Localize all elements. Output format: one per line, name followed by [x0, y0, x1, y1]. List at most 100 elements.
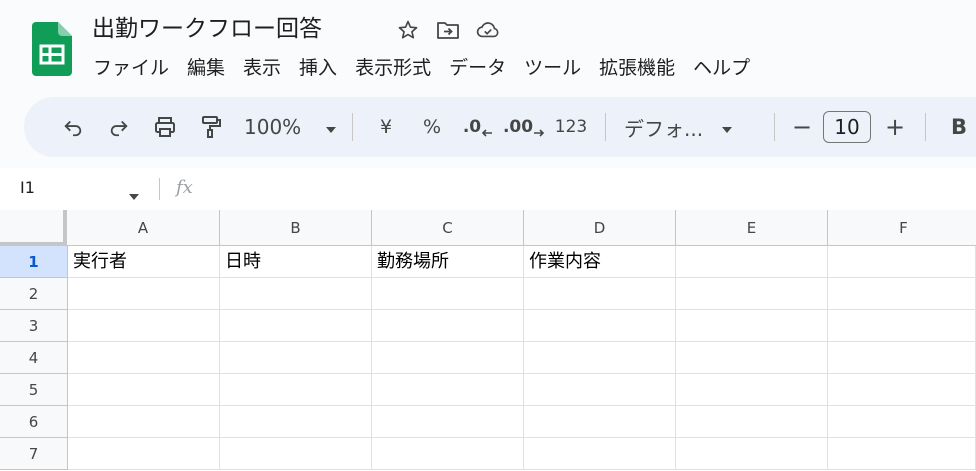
zoom-select[interactable]: 100% [234, 109, 342, 145]
menu-edit[interactable]: 編集 [178, 52, 234, 84]
grid-cell[interactable] [68, 278, 220, 310]
paint-format-icon[interactable] [188, 109, 234, 145]
grid-cell[interactable] [524, 342, 676, 374]
menu-tools[interactable]: ツール [515, 52, 590, 84]
grid-cell[interactable] [828, 278, 976, 310]
grid-cell[interactable] [220, 342, 372, 374]
menu-file[interactable]: ファイル [84, 52, 178, 84]
select-all-corner[interactable] [0, 210, 67, 245]
formula-input[interactable] [215, 176, 955, 202]
row-header-7[interactable]: 7 [0, 438, 68, 470]
grid-cell[interactable] [220, 374, 372, 406]
grid-cell[interactable] [828, 374, 976, 406]
increase-decimal-label: .00 [502, 117, 534, 137]
grid-cell[interactable] [220, 310, 372, 342]
toolbar-divider [605, 113, 606, 141]
move-to-folder-icon[interactable] [436, 18, 460, 42]
cell-a1[interactable]: 実行者 [68, 246, 220, 278]
grid-cell[interactable] [828, 342, 976, 374]
column-header-c[interactable]: C [372, 210, 524, 246]
bold-button[interactable]: B [936, 109, 976, 145]
row-header-3[interactable]: 3 [0, 310, 68, 342]
font-family-select[interactable]: デフォ... [616, 109, 764, 145]
grid-cell[interactable] [68, 374, 220, 406]
spreadsheet-grid: A B C D E F 1 2 3 4 5 6 7 実行者 日時 勤務場所 作業… [0, 210, 976, 471]
menu-format[interactable]: 表示形式 [346, 52, 440, 84]
increase-font-size-button[interactable]: + [875, 109, 915, 145]
grid-cell[interactable] [676, 406, 828, 438]
undo-icon[interactable] [50, 109, 96, 145]
increase-decimal-button[interactable]: .00 [501, 109, 547, 145]
grid-cell[interactable] [68, 342, 220, 374]
grid-cell[interactable] [524, 278, 676, 310]
cell-e1[interactable] [676, 246, 828, 278]
decrease-decimal-button[interactable]: .0 [455, 109, 501, 145]
toolbar: 100% ¥ % .0 .00 123 デフォ... − 10 + B I [24, 97, 976, 157]
toolbar-divider [925, 113, 926, 141]
name-box[interactable]: I1 [20, 178, 35, 197]
grid-cell[interactable] [828, 438, 976, 470]
document-title[interactable]: 出勤ワークフロー回答 [92, 12, 322, 46]
cell-b1[interactable]: 日時 [220, 246, 372, 278]
font-family-value: デフォ... [624, 116, 704, 141]
menu-view[interactable]: 表示 [234, 52, 290, 84]
row-header-1[interactable]: 1 [0, 246, 68, 278]
cloud-saved-icon[interactable] [476, 18, 500, 42]
formula-bar-divider [159, 178, 160, 200]
grid-cell[interactable] [68, 438, 220, 470]
toolbar-divider [774, 113, 775, 141]
more-formats-button[interactable]: 123 [547, 109, 595, 145]
decrease-font-size-button[interactable]: − [785, 109, 819, 145]
fx-icon: fx [176, 177, 193, 198]
grid-cell[interactable] [828, 310, 976, 342]
menu-data[interactable]: データ [440, 52, 515, 84]
grid-cell[interactable] [676, 310, 828, 342]
grid-cell[interactable] [372, 406, 524, 438]
cell-f1[interactable] [828, 246, 976, 278]
grid-cell[interactable] [68, 406, 220, 438]
column-header-a[interactable]: A [67, 210, 220, 246]
menu-extensions[interactable]: 拡張機能 [590, 52, 684, 84]
redo-icon[interactable] [96, 109, 142, 145]
sheets-logo-icon[interactable] [32, 22, 72, 76]
column-header-e[interactable]: E [676, 210, 828, 246]
format-currency-button[interactable]: ¥ [363, 109, 409, 145]
chevron-down-icon[interactable] [128, 186, 140, 205]
column-header-f[interactable]: F [828, 210, 976, 246]
grid-cell[interactable] [372, 374, 524, 406]
menu-help[interactable]: ヘルプ [684, 52, 759, 84]
grid-cell[interactable] [524, 310, 676, 342]
grid-cell[interactable] [372, 310, 524, 342]
grid-cell[interactable] [524, 438, 676, 470]
grid-cell[interactable] [220, 438, 372, 470]
cell-c1[interactable]: 勤務場所 [372, 246, 524, 278]
column-header-b[interactable]: B [220, 210, 372, 246]
grid-cell[interactable] [676, 278, 828, 310]
grid-cell[interactable] [676, 438, 828, 470]
formula-bar: I1 fx [0, 168, 976, 210]
grid-cell[interactable] [372, 342, 524, 374]
grid-cell[interactable] [524, 374, 676, 406]
row-header-2[interactable]: 2 [0, 278, 68, 310]
grid-cell[interactable] [676, 342, 828, 374]
grid-cell[interactable] [220, 406, 372, 438]
format-percent-button[interactable]: % [409, 109, 455, 145]
menu-bar: ファイル 編集 表示 挿入 表示形式 データ ツール 拡張機能 ヘルプ [84, 52, 759, 84]
chevron-down-icon [325, 115, 337, 139]
column-header-d[interactable]: D [524, 210, 676, 246]
star-icon[interactable] [396, 18, 420, 42]
grid-cell[interactable] [68, 310, 220, 342]
row-header-6[interactable]: 6 [0, 406, 68, 438]
row-header-5[interactable]: 5 [0, 374, 68, 406]
font-size-input[interactable]: 10 [823, 111, 871, 143]
row-header-4[interactable]: 4 [0, 342, 68, 374]
grid-cell[interactable] [676, 374, 828, 406]
grid-cell[interactable] [372, 278, 524, 310]
grid-cell[interactable] [372, 438, 524, 470]
print-icon[interactable] [142, 109, 188, 145]
grid-cell[interactable] [524, 406, 676, 438]
grid-cell[interactable] [828, 406, 976, 438]
menu-insert[interactable]: 挿入 [290, 52, 346, 84]
grid-cell[interactable] [220, 278, 372, 310]
cell-d1[interactable]: 作業内容 [524, 246, 676, 278]
